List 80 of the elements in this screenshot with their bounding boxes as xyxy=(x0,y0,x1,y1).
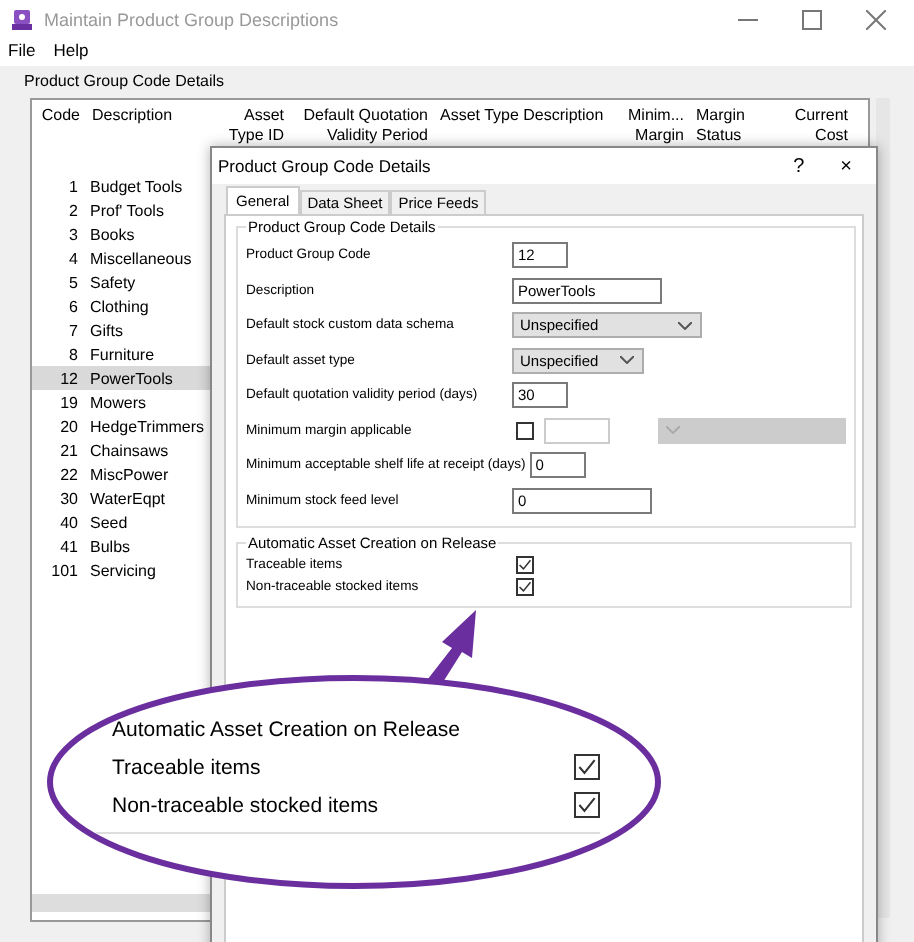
checkbox-label: Non-traceable stocked items xyxy=(112,793,379,817)
menu-item[interactable]: Help xyxy=(53,40,89,64)
table-cell-text: 7 xyxy=(67,321,80,339)
table-cell-text: 30 xyxy=(58,489,80,507)
dialog-title: Product Group Code Details xyxy=(218,156,431,176)
column-header[interactable]: Default Quotation Validity Period xyxy=(290,106,434,144)
table-row[interactable]: 2 Prof' Tools xyxy=(32,198,210,222)
table-cell-text: Miscellaneous xyxy=(88,249,192,267)
table-cell-text: MiscPower xyxy=(88,465,169,483)
table-cell-text: 4 xyxy=(67,249,80,267)
table-cell-text: 101 xyxy=(49,561,80,579)
table-cell-text: Seed xyxy=(88,513,128,531)
table-row[interactable]: 1 Budget Tools xyxy=(32,174,210,198)
table-cell-text: Mowers xyxy=(88,393,147,411)
checkbox[interactable] xyxy=(516,556,534,574)
column-header[interactable]: Asset Type ID xyxy=(208,106,290,144)
app-icon xyxy=(10,7,34,31)
chevron-down-icon xyxy=(620,356,634,365)
table-row[interactable]: 5 Safety xyxy=(32,270,210,294)
table-cell-text: 19 xyxy=(58,393,80,411)
table-cell-text: Budget Tools xyxy=(88,177,183,195)
table-cell-text: 41 xyxy=(58,537,80,555)
column-header[interactable]: Current Cost xyxy=(770,106,854,144)
checkbox[interactable] xyxy=(516,421,534,440)
table-cell-text: 8 xyxy=(67,345,80,363)
table-row[interactable]: 41 Bulbs xyxy=(32,534,210,558)
table-cell-text: 12 xyxy=(58,369,80,387)
help-button[interactable]: ? xyxy=(793,155,805,177)
checkbox-label: Traceable items xyxy=(112,755,261,779)
input-field[interactable] xyxy=(544,417,610,444)
table-row[interactable]: 8 Furniture xyxy=(32,342,210,366)
table-row[interactable]: 20 HedgeTrimmers xyxy=(32,414,210,438)
table-row[interactable]: 7 Gifts xyxy=(32,318,210,342)
column-header[interactable]: Minim... Margin xyxy=(610,106,690,144)
table-row[interactable]: 101 Servicing xyxy=(32,558,210,582)
maximize-icon[interactable] xyxy=(802,9,822,29)
table-cell-text: 20 xyxy=(58,417,80,435)
table-row[interactable]: 6 Clothing xyxy=(32,294,210,318)
table-row[interactable]: 4 Miscellaneous xyxy=(32,246,210,270)
chevron-down-icon xyxy=(678,321,692,330)
table-row[interactable]: 22 MiscPower xyxy=(32,462,210,486)
table-row[interactable]: 30 WaterEqpt xyxy=(32,486,210,510)
table-cell-text: Bulbs xyxy=(88,537,131,555)
table-cell-text: 2 xyxy=(67,201,80,219)
table-cell-text: 5 xyxy=(67,273,80,291)
table-row[interactable]: 3 Books xyxy=(32,222,210,246)
column-header[interactable]: Asset Type Description xyxy=(434,106,610,125)
column-header[interactable]: Code xyxy=(32,106,86,125)
table-cell-text: 22 xyxy=(58,465,80,483)
table-cell-text: 40 xyxy=(58,513,80,531)
table-cell-text: Safety xyxy=(88,273,136,291)
table-cell-text: Servicing xyxy=(88,561,156,579)
table-cell-text: 21 xyxy=(58,441,80,459)
table-row[interactable]: 19 Mowers xyxy=(32,390,210,414)
group-title: Product Group Code Details xyxy=(24,72,227,90)
table-cell-text: 6 xyxy=(67,297,80,315)
close-icon[interactable] xyxy=(866,9,886,29)
column-header[interactable]: Description xyxy=(86,106,208,125)
table-row[interactable]: 40 Seed xyxy=(32,510,210,534)
window-title: Maintain Product Group Descriptions xyxy=(44,9,339,29)
horizontal-scrollbar[interactable] xyxy=(32,894,210,912)
column-header[interactable]: Margin Status xyxy=(690,106,770,144)
table-row[interactable]: 21 Chainsaws xyxy=(32,438,210,462)
table-cell-text: 3 xyxy=(67,225,80,243)
table-cell-text: WaterEqpt xyxy=(88,489,165,507)
table-cell-text: 1 xyxy=(67,177,80,195)
chevron-down-icon xyxy=(666,426,680,435)
table-cell-text: Clothing xyxy=(88,297,149,315)
table-cell-text: Furniture xyxy=(88,345,155,363)
menu-item[interactable]: File xyxy=(8,40,36,64)
table-cell-text: PowerTools xyxy=(88,369,173,387)
table-cell-text: Gifts xyxy=(88,321,123,339)
table-cell-text: HedgeTrimmers xyxy=(88,417,205,435)
table-cell-text: Books xyxy=(88,225,135,243)
checkbox[interactable] xyxy=(516,578,534,596)
group-title: Automatic Asset Creation on Release xyxy=(112,718,462,742)
close-button[interactable]: × xyxy=(840,155,852,177)
table-cell-text: Prof' Tools xyxy=(88,201,164,219)
table-row[interactable]: 12 PowerTools xyxy=(32,366,210,390)
table-cell-text: Chainsaws xyxy=(88,441,169,459)
